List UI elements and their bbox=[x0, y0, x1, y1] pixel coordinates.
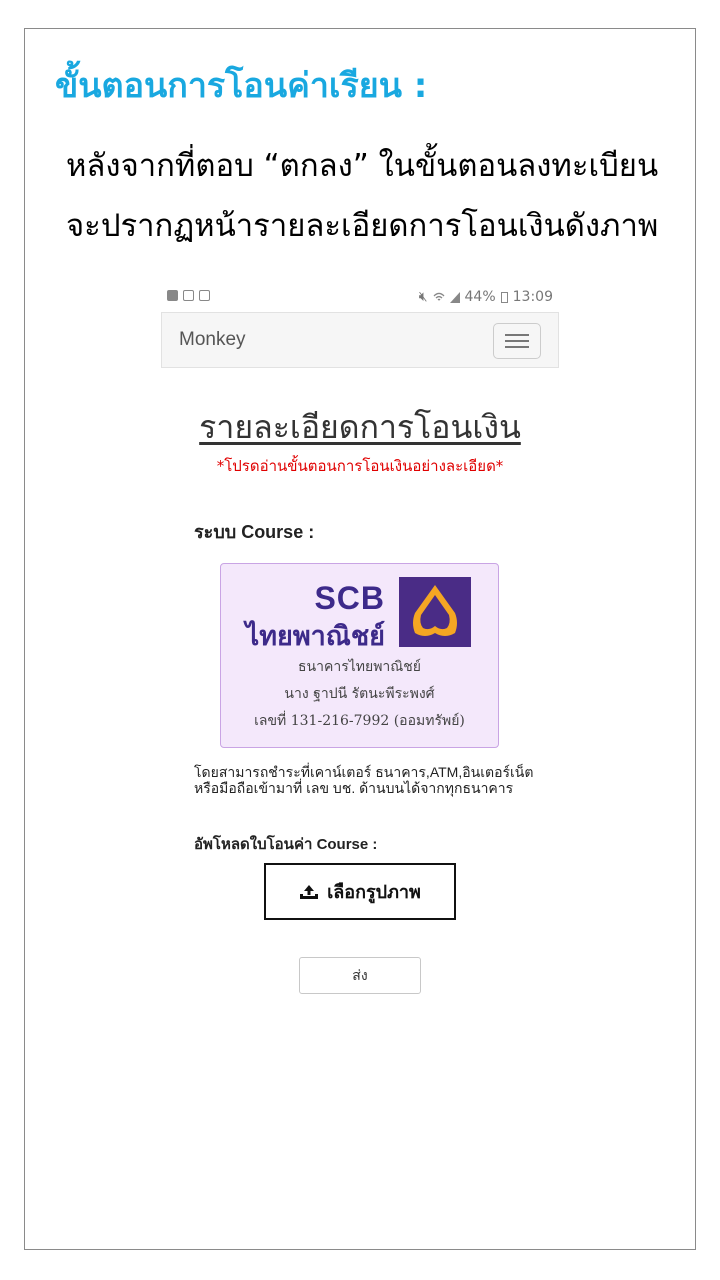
hamburger-icon[interactable] bbox=[493, 323, 541, 359]
bank-code: SCB bbox=[314, 580, 385, 616]
bank-logo-name: ไทยพาณิชย์ bbox=[245, 621, 385, 652]
submit-button[interactable]: ส่ง bbox=[299, 957, 421, 994]
battery-icon bbox=[500, 291, 508, 303]
clock: 13:09 bbox=[512, 289, 553, 305]
navbar: Monkey bbox=[161, 312, 559, 368]
phone-screenshot: 🔇︎ 44% 13:09 Monkey bbox=[161, 286, 559, 368]
navbar-brand[interactable]: Monkey bbox=[179, 329, 246, 351]
battery-percent: 44% bbox=[464, 289, 496, 305]
instruction-line-2: จะปรากฏหน้ารายละเอียดการโอนเงินดังภาพ bbox=[66, 208, 659, 244]
transfer-details-heading: รายละเอียดการโอนเงิน bbox=[199, 408, 521, 446]
choose-image-label: เลือกรูปภาพ bbox=[327, 882, 421, 903]
gallery-icon bbox=[183, 290, 194, 301]
signal-icon bbox=[449, 291, 460, 303]
upload-icon bbox=[300, 884, 319, 899]
wifi-icon bbox=[433, 292, 444, 300]
scb-logo-icon bbox=[399, 577, 471, 647]
choose-image-button[interactable]: เลือกรูปภาพ bbox=[264, 863, 456, 920]
bank-card: SCB ไทยพาณิชย์ ธนาคารไทยพาณิชย์ นาง ฐาปน… bbox=[220, 563, 499, 748]
payment-description: โดยสามารถชำระที่เคาน์เตอร์ ธนาคาร,ATM,อิ… bbox=[194, 764, 534, 796]
screenshot-icon bbox=[199, 290, 210, 301]
status-bar: 🔇︎ 44% 13:09 bbox=[161, 286, 559, 312]
warning-text: *โปรดอ่านขั้นตอนการโอนเงินอย่างละเอียด* bbox=[216, 457, 504, 475]
upload-label: อัพโหลดใบโอนค่า Course : bbox=[194, 836, 378, 853]
system-label: ระบบ Course : bbox=[194, 522, 315, 542]
account-number: เลขที่ 131-216-7992 (ออมทรัพย์) bbox=[254, 713, 465, 729]
instruction-line-1: หลังจากที่ตอบ “ตกลง” ในขั้นตอนลงทะเบียน bbox=[66, 148, 659, 184]
page-title: ขั้นตอนการโอนค่าเรียน : bbox=[55, 66, 428, 106]
facebook-icon bbox=[167, 290, 178, 301]
bank-name: ธนาคารไทยพาณิชย์ bbox=[298, 659, 421, 675]
mute-icon: 🔇︎ bbox=[418, 289, 428, 305]
account-name: นาง ฐาปนี รัตนะพีระพงศ์ bbox=[284, 686, 435, 702]
